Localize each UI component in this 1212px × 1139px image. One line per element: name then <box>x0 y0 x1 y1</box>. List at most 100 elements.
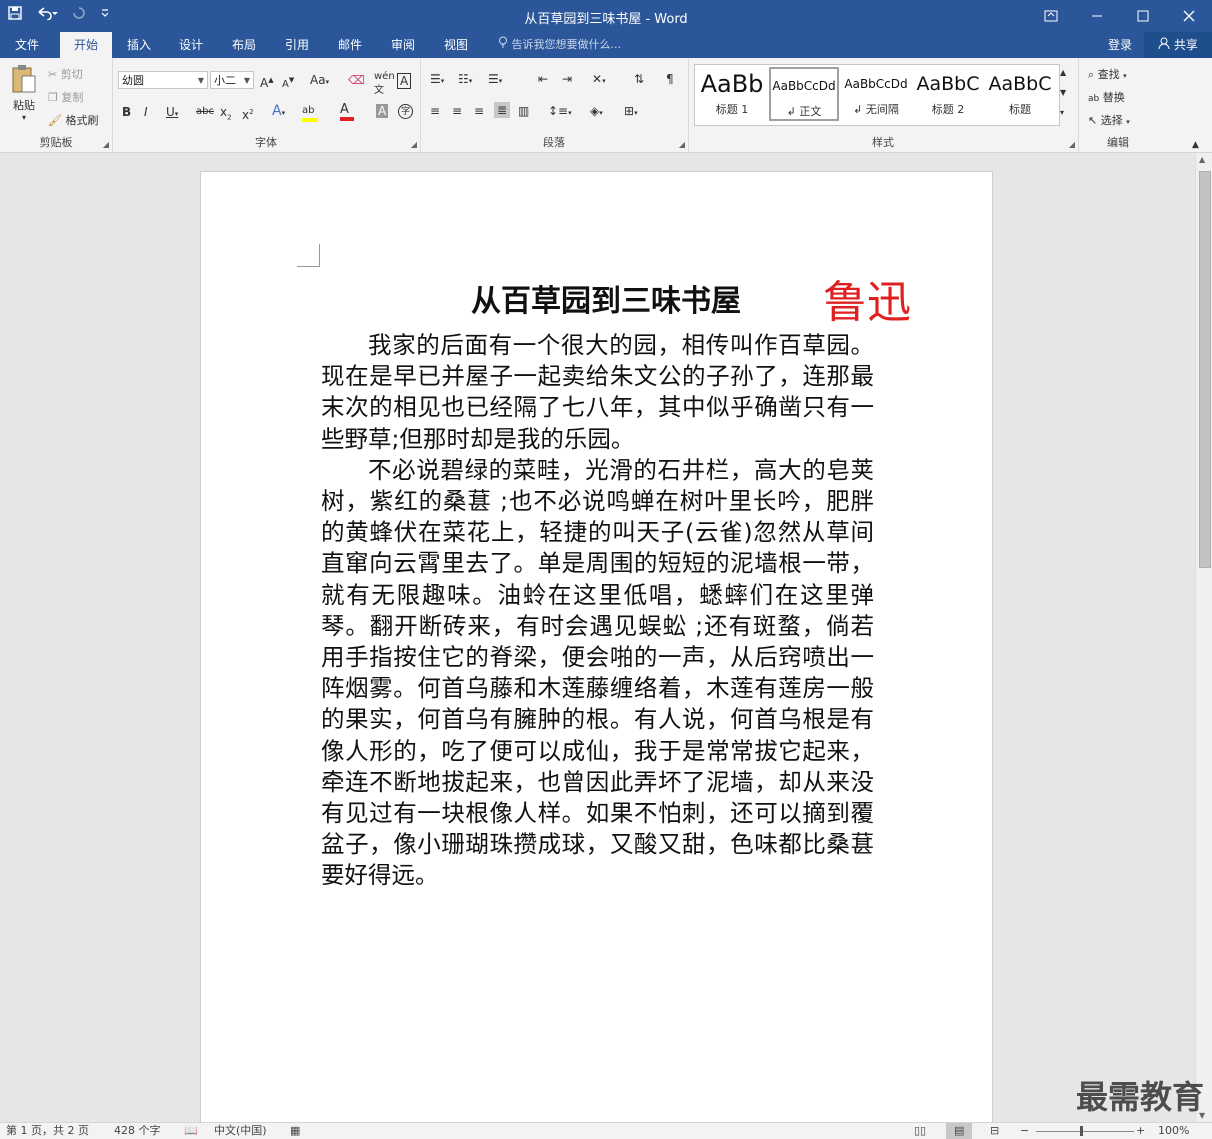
justify-icon[interactable]: ≣ <box>494 102 511 118</box>
replace-button[interactable]: ab 替换 <box>1088 89 1125 105</box>
document-body[interactable]: 我家的后面有一个很大的园，相传叫作百草园。现在是早已并屋子一起卖给朱文公的子孙了… <box>321 330 874 892</box>
character-shading-icon[interactable]: A <box>376 104 389 118</box>
style-normal[interactable]: AaBbCcDd ↲ 正文 <box>769 67 839 121</box>
web-layout-icon[interactable]: ⊟ <box>990 1123 999 1139</box>
close-icon[interactable] <box>1166 0 1212 32</box>
format-painter-button[interactable]: 🖌 格式刷 <box>48 112 98 128</box>
bullets-icon[interactable]: ☰▾ <box>430 72 444 88</box>
tab-home[interactable]: 开始 <box>60 32 112 58</box>
style-heading-1[interactable]: AaBb 标题 1 <box>697 67 767 121</box>
status-bar: 第 1 页，共 2 页 428 个字 📖 中文(中国) ▦ ▯▯ ▤ ⊟ − +… <box>0 1122 1212 1139</box>
clipboard-launcher-icon[interactable]: ◢ <box>103 140 109 149</box>
styles-scroll-up-icon[interactable]: ▲ <box>1060 66 1066 80</box>
align-right-icon[interactable]: ≡ <box>474 104 484 118</box>
select-button[interactable]: ↖ 选择 ▾ <box>1088 112 1130 128</box>
tab-review[interactable]: 审阅 <box>378 32 428 58</box>
font-group-label: 字体 <box>255 136 277 149</box>
style-title[interactable]: AaBbC 标题 <box>985 67 1055 121</box>
page-count[interactable]: 第 1 页，共 2 页 <box>6 1123 89 1139</box>
highlight-icon[interactable]: ab <box>302 102 318 122</box>
vertical-scrollbar[interactable]: ▲ ▼ <box>1195 153 1212 1122</box>
font-launcher-icon[interactable]: ◢ <box>411 140 417 149</box>
tab-file[interactable]: 文件 <box>0 32 54 58</box>
styles-scroll-down-icon[interactable]: ▼ <box>1060 86 1066 100</box>
paragraph: 我家的后面有一个很大的园，相传叫作百草园。现在是早已并屋子一起卖给朱文公的子孙了… <box>321 331 874 453</box>
enclose-characters-icon[interactable]: 字 <box>398 104 413 119</box>
zoom-out-icon[interactable]: − <box>1020 1123 1029 1139</box>
macro-icon[interactable]: ▦ <box>290 1123 300 1139</box>
style-heading-2[interactable]: AaBbC 标题 2 <box>913 67 983 121</box>
shading-icon[interactable]: ◈▾ <box>590 104 603 120</box>
bold-icon[interactable]: B <box>122 105 131 119</box>
document-page[interactable]: 从百草园到三味书屋 鲁迅 我家的后面有一个很大的园，相传叫作百草园。现在是早已并… <box>200 171 993 1122</box>
word-count[interactable]: 428 个字 <box>114 1123 161 1139</box>
phonetic-guide-icon[interactable]: wén 文 <box>374 70 395 98</box>
zoom-in-icon[interactable]: + <box>1136 1123 1145 1139</box>
subscript-icon[interactable]: x2 <box>220 105 232 124</box>
underline-icon[interactable]: U▾ <box>166 105 178 121</box>
style-no-spacing[interactable]: AaBbCcDd ↲ 无间隔 <box>841 67 911 121</box>
show-marks-icon[interactable]: ¶ <box>666 72 674 86</box>
tab-layout[interactable]: 布局 <box>219 32 269 58</box>
styles-more-icon[interactable]: ▾ <box>1060 106 1064 120</box>
borders-icon[interactable]: ⊞▾ <box>624 104 638 120</box>
font-color-icon[interactable]: A <box>340 102 354 121</box>
style-preview: AaBbC <box>988 73 1052 95</box>
font-size-combo[interactable]: 小二 ▼ <box>210 71 254 89</box>
line-spacing-icon[interactable]: ↕≡▾ <box>548 104 572 120</box>
styles-launcher-icon[interactable]: ◢ <box>1069 140 1075 149</box>
paste-button[interactable]: 粘贴 ▾ <box>8 64 40 122</box>
ribbon-display-icon[interactable] <box>1028 0 1074 32</box>
share-label: 共享 <box>1173 38 1198 52</box>
maximize-icon[interactable] <box>1120 0 1166 32</box>
numbering-icon[interactable]: ☷▾ <box>458 72 472 88</box>
multilevel-list-icon[interactable]: ☰▾ <box>488 72 502 88</box>
tab-mailings[interactable]: 邮件 <box>325 32 375 58</box>
clear-formatting-icon[interactable]: ⌫ <box>348 73 365 87</box>
person-icon <box>1158 37 1170 50</box>
zoom-slider-thumb[interactable] <box>1080 1126 1083 1136</box>
zoom-level[interactable]: 100% <box>1158 1123 1189 1139</box>
document-title: 从百草园到三味书屋 <box>471 284 741 319</box>
scroll-up-icon[interactable]: ▲ <box>1199 155 1205 164</box>
read-mode-icon[interactable]: ▯▯ <box>914 1123 926 1139</box>
sort-icon[interactable]: ⇅ <box>634 72 644 86</box>
chinese-layout-icon[interactable]: ✕▾ <box>592 72 606 88</box>
styles-group: AaBb 标题 1 AaBbCcDd ↲ 正文 AaBbCcDd ↲ 无间隔 A… <box>688 58 1079 152</box>
print-layout-icon[interactable]: ▤ <box>946 1123 973 1139</box>
shrink-font-icon[interactable]: A▼ <box>282 73 294 92</box>
language[interactable]: 中文(中国) <box>214 1123 267 1139</box>
grow-font-icon[interactable]: A▲ <box>260 73 274 90</box>
decrease-indent-icon[interactable]: ⇤ <box>538 72 548 86</box>
align-left-icon[interactable]: ≡ <box>430 104 440 118</box>
font-name-combo[interactable]: 幼圆 ▼ <box>118 71 208 89</box>
tell-me-box[interactable]: 告诉我您想要做什么... <box>498 32 621 58</box>
scrollbar-thumb[interactable] <box>1199 171 1211 568</box>
tab-insert[interactable]: 插入 <box>114 32 164 58</box>
strikethrough-icon[interactable]: abc <box>196 105 214 119</box>
find-button[interactable]: ⌕ 查找 ▾ <box>1088 66 1127 82</box>
login-link[interactable]: 登录 <box>1108 32 1132 58</box>
chevron-down-icon: ▼ <box>197 76 204 85</box>
zoom-slider[interactable] <box>1036 1131 1134 1132</box>
share-button[interactable]: 共享 <box>1144 32 1212 58</box>
distributed-icon[interactable]: ▥ <box>518 104 529 118</box>
character-border-icon[interactable]: A <box>397 73 412 89</box>
increase-indent-icon[interactable]: ⇥ <box>562 72 572 86</box>
tab-references[interactable]: 引用 <box>272 32 322 58</box>
copy-button[interactable]: ❐ 复制 <box>48 89 83 105</box>
change-case-icon[interactable]: Aa▾ <box>310 73 329 89</box>
superscript-icon[interactable]: x2 <box>242 105 254 122</box>
copy-icon: ❐ <box>48 91 58 104</box>
align-center-icon[interactable]: ≡ <box>452 104 462 118</box>
italic-icon[interactable]: I <box>144 105 148 119</box>
ribbon: 粘贴 ▾ ✂ 剪切 ❐ 复制 🖌 格式刷 剪贴板 ◢ 幼圆 ▼ 小二 ▼ A▲ A▼… <box>0 58 1212 153</box>
text-effects-icon[interactable]: A▾ <box>272 104 285 120</box>
cut-button[interactable]: ✂ 剪切 <box>48 66 83 82</box>
paragraph-launcher-icon[interactable]: ◢ <box>679 140 685 149</box>
tab-view[interactable]: 视图 <box>431 32 481 58</box>
collapse-ribbon-icon[interactable]: ▲ <box>1192 138 1199 152</box>
tab-design[interactable]: 设计 <box>166 32 216 58</box>
minimize-icon[interactable] <box>1074 0 1120 32</box>
proofing-icon[interactable]: 📖 <box>184 1123 198 1139</box>
